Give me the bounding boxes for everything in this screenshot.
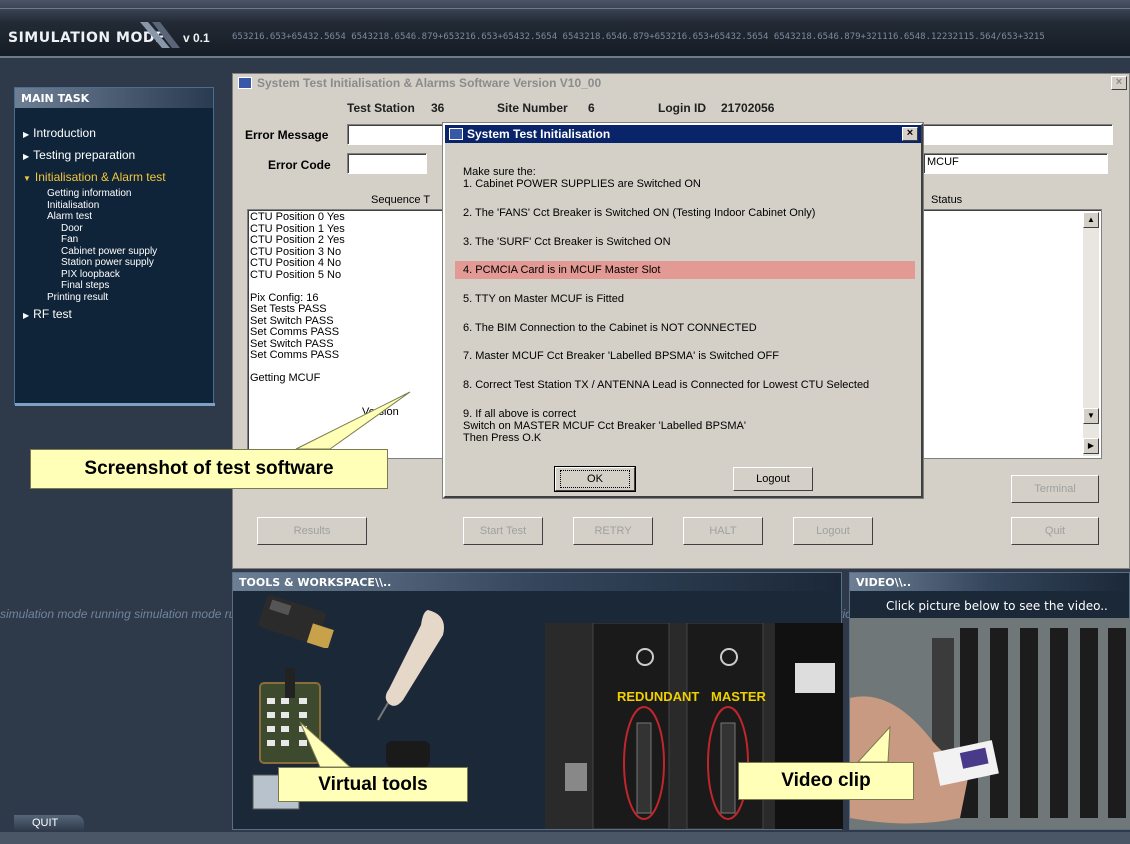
callout-virtual-tools: Virtual tools [278, 767, 468, 802]
callout-video-clip: Video clip [738, 762, 914, 800]
callout-screenshot: Screenshot of test software [30, 449, 388, 489]
callout-tails [295, 391, 891, 768]
bottom-bar [0, 832, 1130, 844]
